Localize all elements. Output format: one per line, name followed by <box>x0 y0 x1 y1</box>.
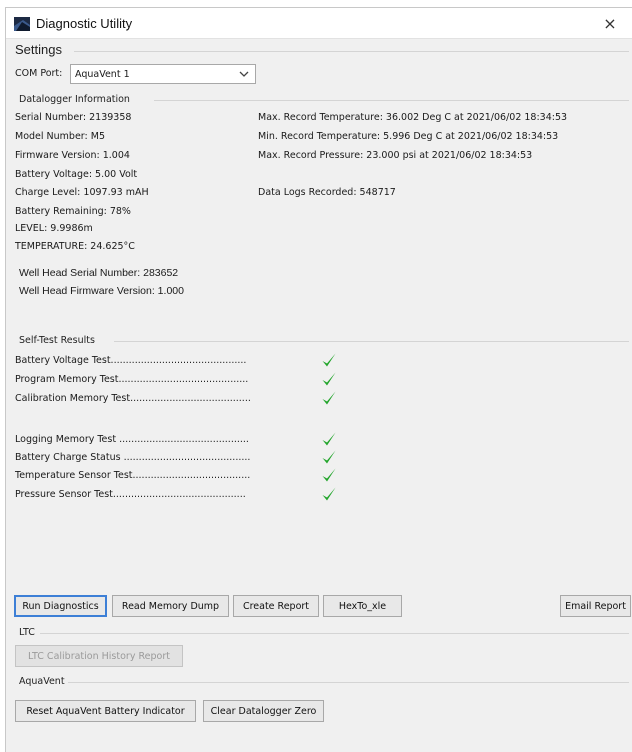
chevron-down-icon <box>239 71 249 77</box>
checkmark-icon <box>322 353 336 367</box>
aquavent-title: AquaVent <box>19 676 65 687</box>
email-report-button[interactable]: Email Report <box>560 595 631 617</box>
reset-aquavent-battery-button[interactable]: Reset AquaVent Battery Indicator <box>15 700 196 722</box>
clear-datalogger-zero-button[interactable]: Clear Datalogger Zero <box>203 700 324 722</box>
com-port-value: AquaVent 1 <box>75 69 130 80</box>
max-record-temperature: Max. Record Temperature: 36.002 Deg C at… <box>258 112 568 123</box>
settings-divider <box>74 51 629 52</box>
battery-charge-status: Battery Charge Status ..................… <box>15 452 251 463</box>
battery-remaining: Battery Remaining: 78% <box>15 206 131 217</box>
checkmark-icon <box>322 468 336 482</box>
close-icon: × <box>603 14 617 33</box>
battery-voltage-test: Battery Voltage Test....................… <box>15 355 247 366</box>
app-logo-icon <box>14 17 30 31</box>
checkmark-icon <box>322 450 336 464</box>
read-memory-dump-button[interactable]: Read Memory Dump <box>112 595 229 617</box>
logging-memory-test: Logging Memory Test ....................… <box>15 434 249 445</box>
serial-number: Serial Number: 2139358 <box>15 112 132 123</box>
battery-voltage: Battery Voltage: 5.00 Volt <box>15 169 138 180</box>
aquavent-divider <box>68 682 629 683</box>
checkmark-icon <box>322 372 336 386</box>
min-record-temperature: Min. Record Temperature: 5.996 Deg C at … <box>258 131 559 142</box>
ltc-title: LTC <box>19 627 35 638</box>
well-head-firmware-version: Well Head Firmware Version: 1.000 <box>19 285 184 297</box>
title-bar: Diagnostic Utility × <box>6 8 632 39</box>
calibration-memory-test: Calibration Memory Test.................… <box>15 393 251 404</box>
level-reading: LEVEL: 9.9986m <box>15 223 93 234</box>
self-test-title: Self-Test Results <box>19 335 95 346</box>
ltc-divider <box>40 633 629 634</box>
pressure-sensor-test: Pressure Sensor Test....................… <box>15 489 246 500</box>
data-logs-recorded: Data Logs Recorded: 548717 <box>258 187 396 198</box>
temperature-sensor-test: Temperature Sensor Test.................… <box>15 470 251 481</box>
well-head-serial-number: Well Head Serial Number: 283652 <box>19 267 179 279</box>
hex-to-xle-button[interactable]: HexTo_xle <box>323 595 402 617</box>
run-diagnostics-button[interactable]: Run Diagnostics <box>14 595 107 617</box>
close-button[interactable]: × <box>588 8 632 39</box>
com-port-label: COM Port: <box>15 68 63 79</box>
model-number: Model Number: M5 <box>15 131 105 142</box>
checkmark-icon <box>322 432 336 446</box>
ltc-calibration-history-button[interactable]: LTC Calibration History Report <box>15 645 183 667</box>
datalogger-divider <box>154 100 629 101</box>
program-memory-test: Program Memory Test.....................… <box>15 374 249 385</box>
checkmark-icon <box>322 487 336 501</box>
charge-level: Charge Level: 1097.93 mAH <box>15 187 149 198</box>
create-report-button[interactable]: Create Report <box>233 595 319 617</box>
settings-title: Settings <box>15 42 62 57</box>
checkmark-icon <box>322 391 336 405</box>
self-test-divider <box>114 341 629 342</box>
window-title: Diagnostic Utility <box>36 16 133 31</box>
firmware-version: Firmware Version: 1.004 <box>15 150 130 161</box>
max-record-pressure: Max. Record Pressure: 23.000 psi at 2021… <box>258 150 533 161</box>
diagnostic-utility-window: Diagnostic Utility × Settings COM Port: … <box>5 7 632 752</box>
com-port-select[interactable]: AquaVent 1 <box>70 64 256 84</box>
datalogger-info-title: Datalogger Information <box>19 94 130 105</box>
temperature-reading: TEMPERATURE: 24.625°C <box>15 241 135 252</box>
